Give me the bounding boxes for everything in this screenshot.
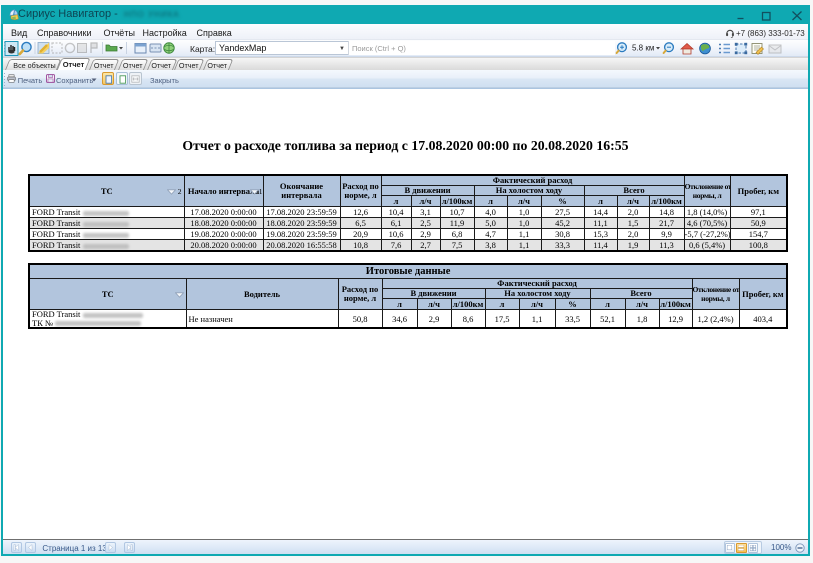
svg-text:5.8 км: 5.8 км (632, 44, 654, 53)
